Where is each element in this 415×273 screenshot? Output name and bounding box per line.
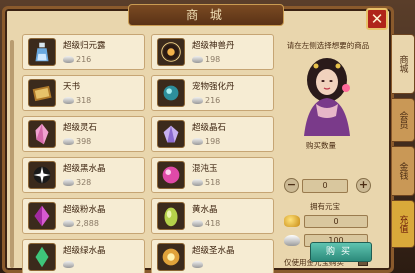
decrease-button[interactable]: − (284, 178, 299, 193)
gold-ingot-icon (284, 215, 300, 227)
scrollbar[interactable] (10, 40, 14, 268)
quantity-input[interactable]: 0 (302, 179, 348, 193)
item-name: 混沌玉 (192, 164, 218, 174)
silver-coin-icon (63, 261, 74, 268)
owned-label: 拥有元宝 (310, 202, 340, 211)
beast-pill-icon (157, 38, 185, 66)
silver-coin-icon (192, 56, 203, 63)
chaos-jade-icon (157, 161, 185, 189)
silver-ingot-icon (284, 235, 300, 246)
item-price: 2,888 (63, 219, 99, 228)
shop-item-card[interactable]: 宠物强化丹 216 (151, 75, 274, 111)
item-name: 黄水晶 (192, 205, 218, 215)
shop-item-card[interactable]: 超级神兽丹 198 (151, 34, 274, 70)
item-price: 198 (192, 137, 220, 146)
tab-vip[interactable]: 会员 (392, 98, 415, 142)
detail-panel: 请在左侧选择想要的商品 购买数量 − 0 + 拥有元宝 0 100 仅使用金元宝… (278, 34, 371, 271)
item-grid: 超级归元露 216 超级神兽丹 198 天书 318 宠物强化丹 216 超级灵石 398 超级晶石… (22, 34, 276, 273)
item-price: 216 (63, 55, 91, 64)
item-price: 398 (63, 137, 91, 146)
item-price: 198 (192, 55, 220, 64)
item-name: 超级绿水晶 (63, 246, 106, 256)
green-crystal-icon (28, 243, 56, 271)
close-icon: ✕ (370, 10, 384, 28)
silver-coin-icon (192, 220, 203, 227)
item-price-value: 198 (205, 137, 221, 146)
window-title: 商 城 (128, 4, 284, 26)
item-price-value: 216 (76, 55, 92, 64)
silver-coin-icon (192, 179, 203, 186)
purple-gem-icon (157, 120, 185, 148)
shop-item-card[interactable]: 黄水晶 418 (151, 198, 274, 234)
shop-item-card[interactable]: 超级黑水晶 328 (22, 157, 145, 193)
item-price: 216 (192, 96, 220, 105)
item-price-value: 318 (76, 96, 92, 105)
silver-coin-icon (192, 138, 203, 145)
item-name: 超级晶石 (192, 123, 227, 133)
item-price-value: 398 (76, 137, 92, 146)
pink-crystal-shard-icon (28, 202, 56, 230)
side-tabs: 商城 会员 金钱 充值 (392, 26, 415, 273)
item-price: 418 (192, 219, 220, 228)
plus-icon: + (358, 178, 369, 191)
buy-button[interactable]: 购买 (310, 242, 372, 262)
yellow-crystal-icon (157, 202, 185, 230)
holy-crystal-icon (157, 243, 185, 271)
increase-button[interactable]: + (356, 178, 371, 193)
minus-icon: − (286, 178, 297, 191)
item-name: 超级圣水晶 (192, 246, 235, 256)
shop-item-card[interactable]: 超级绿水晶 (22, 239, 145, 273)
silver-coin-icon (63, 179, 74, 186)
gold-amount: 0 (304, 215, 368, 228)
shop-item-card[interactable]: 超级圣水晶 (151, 239, 274, 273)
item-name: 超级粉水晶 (63, 205, 106, 215)
item-price-value: 328 (76, 178, 92, 187)
silver-coin-icon (63, 220, 74, 227)
silver-coin-icon (63, 138, 74, 145)
item-name: 超级黑水晶 (63, 164, 106, 174)
silver-coin-icon (63, 97, 74, 104)
item-price-value: 198 (205, 55, 221, 64)
black-crystal-icon (28, 161, 56, 189)
item-price (192, 260, 205, 269)
blue-potion-icon (28, 38, 56, 66)
silver-coin-icon (192, 261, 203, 268)
pink-crystal-icon (28, 120, 56, 148)
item-price: 518 (192, 178, 220, 187)
item-price-value: 216 (205, 96, 221, 105)
item-price-value: 2,888 (76, 219, 99, 228)
selection-hint: 请在左侧选择想要的商品 (286, 41, 370, 50)
silver-coin-icon (63, 56, 74, 63)
shop-item-card[interactable]: 混沌玉 518 (151, 157, 274, 193)
heavenly-book-icon (28, 79, 56, 107)
item-name: 超级神兽丹 (192, 41, 235, 51)
tab-money[interactable]: 金钱 (392, 146, 415, 196)
shop-item-card[interactable]: 超级晶石 198 (151, 116, 274, 152)
item-name: 天书 (63, 82, 81, 92)
silver-coin-icon (192, 97, 203, 104)
item-name: 超级灵石 (63, 123, 98, 133)
item-name: 超级归元露 (63, 41, 106, 51)
tab-recharge[interactable]: 充值 (392, 200, 415, 248)
tab-shop[interactable]: 商城 (392, 34, 415, 94)
quantity-label: 购买数量 (306, 141, 336, 150)
item-price-value: 418 (205, 219, 221, 228)
item-name: 宠物强化丹 (192, 82, 235, 92)
shop-item-card[interactable]: 超级粉水晶 2,888 (22, 198, 145, 234)
shop-item-card[interactable]: 超级归元露 216 (22, 34, 145, 70)
shop-item-card[interactable]: 天书 318 (22, 75, 145, 111)
item-price: 328 (63, 178, 91, 187)
close-button[interactable]: ✕ (366, 8, 388, 30)
pet-pill-icon (157, 79, 185, 107)
item-price: 318 (63, 96, 91, 105)
item-price (63, 260, 76, 269)
shop-item-card[interactable]: 超级灵石 398 (22, 116, 145, 152)
merchant-portrait (304, 58, 350, 136)
item-price-value: 518 (205, 178, 221, 187)
